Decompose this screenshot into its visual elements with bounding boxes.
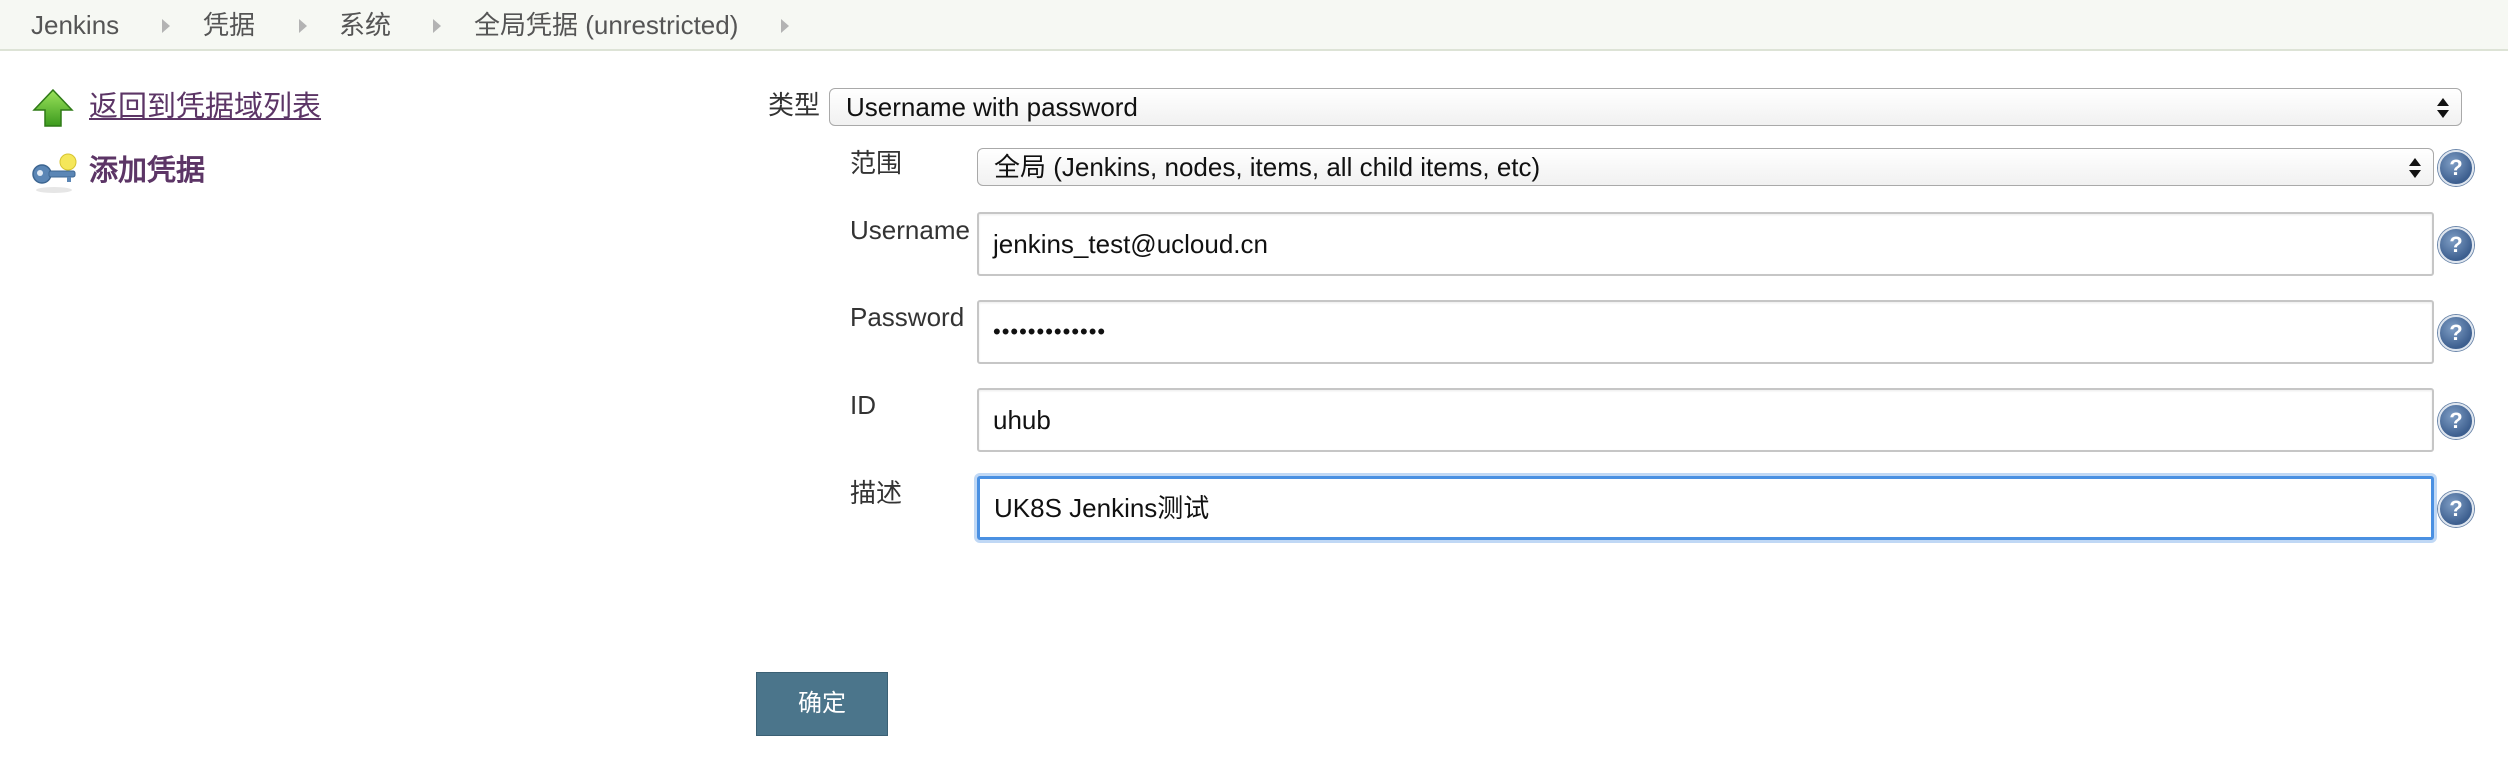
scope-select-value: 全局 (Jenkins, nodes, items, all child ite…	[994, 152, 1541, 182]
breadcrumb-item-jenkins[interactable]: Jenkins	[31, 10, 119, 40]
kind-label: 类型	[768, 90, 821, 120]
id-help-icon[interactable]: ?	[2438, 403, 2474, 439]
select-arrows-icon	[2437, 98, 2449, 118]
breadcrumb-item-credentials[interactable]: 凭据	[203, 10, 255, 40]
breadcrumb-separator-icon[interactable]	[781, 19, 789, 33]
description-input[interactable]: UK8S Jenkins测试	[977, 476, 2434, 540]
scope-help-icon[interactable]: ?	[2438, 150, 2474, 186]
scope-select[interactable]: 全局 (Jenkins, nodes, items, all child ite…	[977, 148, 2434, 186]
breadcrumb: Jenkins 凭据 系统 全局凭据 (unrestricted)	[0, 0, 2508, 51]
kind-select[interactable]: Username with password	[829, 88, 2462, 126]
description-help-icon[interactable]: ?	[2438, 491, 2474, 527]
add-credential-link[interactable]: 添加凭据	[89, 154, 205, 188]
description-label: 描述	[850, 478, 903, 508]
id-label: ID	[850, 390, 876, 420]
up-arrow-icon[interactable]	[32, 88, 74, 130]
breadcrumb-item-global-credentials[interactable]: 全局凭据 (unrestricted)	[474, 10, 738, 40]
password-input[interactable]: •••••••••••••	[977, 300, 2434, 364]
id-input[interactable]: uhub	[977, 388, 2434, 452]
password-label: Password	[850, 302, 965, 332]
key-icon[interactable]	[30, 152, 78, 196]
back-to-domains-link[interactable]: 返回到凭据域列表	[89, 90, 321, 124]
select-arrows-icon	[2409, 158, 2421, 178]
username-input[interactable]: jenkins_test@ucloud.cn	[977, 212, 2434, 276]
scope-label: 范围	[850, 148, 903, 178]
breadcrumb-separator-icon[interactable]	[299, 19, 307, 33]
breadcrumb-separator-icon[interactable]	[433, 19, 441, 33]
submit-button[interactable]: 确定	[756, 672, 888, 736]
kind-select-value: Username with password	[846, 92, 1138, 122]
username-label: Username	[850, 215, 970, 245]
username-help-icon[interactable]: ?	[2438, 227, 2474, 263]
breadcrumb-item-system[interactable]: 系统	[339, 10, 391, 40]
breadcrumb-separator-icon[interactable]	[162, 19, 170, 33]
password-help-icon[interactable]: ?	[2438, 315, 2474, 351]
